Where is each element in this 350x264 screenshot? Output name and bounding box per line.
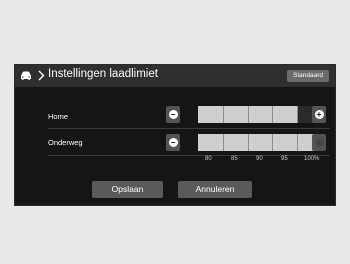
slider-segment-divider xyxy=(247,106,249,123)
home-decrease-button[interactable]: − xyxy=(166,106,180,123)
slider-segment-divider xyxy=(272,134,274,151)
car-icon xyxy=(21,71,31,80)
save-button[interactable]: Opslaan xyxy=(92,181,163,198)
minus-icon: − xyxy=(168,109,178,119)
slider-segment-divider xyxy=(222,106,224,123)
home-slider[interactable] xyxy=(198,106,322,123)
page-title: Instellingen laadlimiet xyxy=(48,68,158,80)
scale-tick: 80 xyxy=(205,156,212,162)
slider-segment-divider xyxy=(247,134,249,151)
chevron-right-icon[interactable] xyxy=(36,69,46,82)
charge-limit-screen: Instellingen laadlimiet Standaard Home −… xyxy=(14,64,336,206)
row-divider xyxy=(48,128,330,129)
header-bar: Instellingen laadlimiet Standaard xyxy=(15,65,335,87)
home-increase-button[interactable]: + xyxy=(312,106,326,123)
minus-icon: − xyxy=(168,137,178,147)
slider-segment-divider xyxy=(297,106,299,123)
plus-icon: + xyxy=(314,109,324,119)
slider-segment-divider xyxy=(272,106,274,123)
standard-button[interactable]: Standaard xyxy=(287,70,329,82)
scale-tick: 85 xyxy=(231,156,238,162)
onderweg-label: Onderweg xyxy=(48,138,83,147)
onderweg-increase-button[interactable]: + xyxy=(312,134,326,151)
scale-tick: 90 xyxy=(256,156,263,162)
slider-segment-divider xyxy=(222,134,224,151)
cancel-button[interactable]: Annuleren xyxy=(178,181,252,198)
plus-icon: + xyxy=(314,137,324,147)
scale-tick: 95 xyxy=(281,156,288,162)
slider-segment-divider xyxy=(297,134,299,151)
onderweg-slider-fill xyxy=(198,134,322,151)
onderweg-decrease-button[interactable]: − xyxy=(166,134,180,151)
scale-tick: 100% xyxy=(304,156,320,162)
onderweg-slider[interactable] xyxy=(198,134,322,151)
home-label: Home xyxy=(48,112,69,121)
